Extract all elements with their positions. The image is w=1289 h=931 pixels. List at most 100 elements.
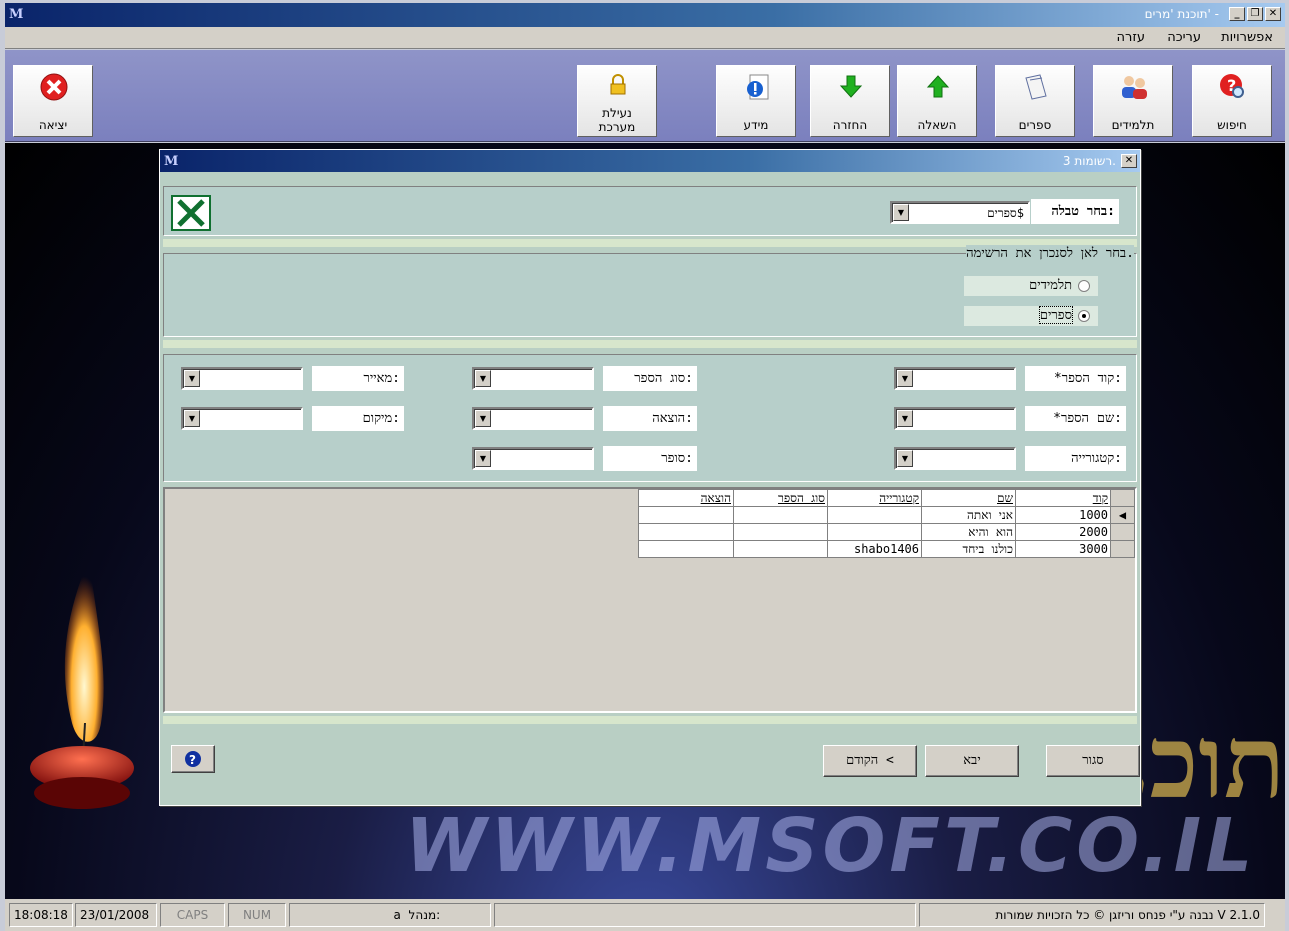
students-icon bbox=[1122, 76, 1147, 99]
arrow-up-icon bbox=[926, 75, 950, 98]
cell-type[interactable] bbox=[733, 540, 828, 558]
cell-category[interactable]: shabo1406 bbox=[827, 540, 922, 558]
cell-publisher[interactable] bbox=[638, 540, 734, 558]
status-date: 23/01/2008 bbox=[75, 903, 157, 927]
status-time: 18:08:18 bbox=[9, 903, 73, 927]
col-category[interactable]: קטגורייה bbox=[827, 489, 922, 507]
return-label: החזרה bbox=[832, 118, 868, 132]
info-label: מידע bbox=[743, 118, 769, 132]
cell-publisher[interactable] bbox=[638, 506, 734, 524]
help-icon: ? bbox=[185, 751, 201, 767]
sync-destination-group: בחר לאן לסנכרן את הרשימה. תלמידים ספרים bbox=[163, 245, 1137, 337]
exit-button[interactable]: יציאה bbox=[13, 65, 93, 137]
row-selector-icon[interactable]: ◀ bbox=[1110, 506, 1135, 524]
excel-icon[interactable] bbox=[171, 195, 211, 231]
select-table-combo[interactable]: ▼ ספרים$ bbox=[890, 201, 1030, 224]
next-button[interactable]: יבא bbox=[925, 745, 1019, 777]
borrow-button[interactable]: השאלה bbox=[897, 65, 977, 137]
radio-students-label: תלמידים bbox=[1029, 278, 1072, 293]
radio-books-indicator[interactable] bbox=[1078, 310, 1090, 322]
category-combo[interactable]: ▼ bbox=[894, 447, 1016, 470]
table-row[interactable]: הוא והיא 2000 bbox=[638, 523, 1135, 541]
arrow-down-icon bbox=[839, 75, 863, 98]
row-selector[interactable] bbox=[1110, 540, 1135, 558]
chevron-down-icon[interactable]: ▼ bbox=[893, 204, 909, 221]
book-code-combo[interactable]: ▼ bbox=[894, 367, 1016, 390]
select-table-label: בחר טבלה: bbox=[1031, 199, 1119, 224]
col-name[interactable]: שם bbox=[921, 489, 1016, 507]
records-table: הוצאה סוג הספר קטגורייה שם קוד אני ואתה … bbox=[638, 489, 1135, 558]
cell-type[interactable] bbox=[733, 523, 828, 541]
radio-students-indicator[interactable] bbox=[1078, 280, 1090, 292]
cell-name[interactable]: כולנו ביחד bbox=[921, 540, 1016, 558]
cell-name[interactable]: אני ואתה bbox=[921, 506, 1016, 524]
lock-label-line2: מערכת bbox=[598, 120, 636, 134]
book-type-label: סוג הספר: bbox=[603, 366, 697, 391]
window-minimize-button[interactable]: _ bbox=[1229, 7, 1245, 21]
cell-code[interactable]: 2000 bbox=[1015, 523, 1111, 541]
author-combo[interactable]: ▼ bbox=[472, 447, 594, 470]
chevron-down-icon[interactable]: ▼ bbox=[897, 370, 913, 387]
publisher-combo[interactable]: ▼ bbox=[472, 407, 594, 430]
chevron-down-icon[interactable]: ▼ bbox=[184, 410, 200, 427]
table-row[interactable]: אני ואתה 1000 ◀ bbox=[638, 506, 1135, 524]
info-button[interactable]: מידע bbox=[716, 65, 796, 137]
book-type-combo[interactable]: ▼ bbox=[472, 367, 594, 390]
cell-category[interactable] bbox=[827, 506, 922, 524]
info-icon bbox=[747, 74, 769, 100]
cell-name[interactable]: הוא והיא bbox=[921, 523, 1016, 541]
book-name-label: *שם הספר: bbox=[1025, 406, 1126, 431]
exit-label: יציאה bbox=[38, 118, 68, 132]
cell-code[interactable]: 1000 bbox=[1015, 506, 1111, 524]
category-label: קטגורייה: bbox=[1025, 446, 1126, 471]
main-toolbar: יציאה נעילת מערכת מידע החזרה השאלה ספרים … bbox=[5, 50, 1285, 142]
students-button[interactable]: תלמידים bbox=[1093, 65, 1173, 137]
chevron-down-icon[interactable]: ▼ bbox=[897, 410, 913, 427]
cell-publisher[interactable] bbox=[638, 523, 734, 541]
location-combo[interactable]: ▼ bbox=[181, 407, 303, 430]
records-grid[interactable]: הוצאה סוג הספר קטגורייה שם קוד אני ואתה … bbox=[163, 487, 1137, 713]
dialog-close-button[interactable]: ✕ bbox=[1121, 154, 1137, 168]
col-book-type[interactable]: סוג הספר bbox=[733, 489, 828, 507]
table-row[interactable]: shabo1406 כולנו ביחד 3000 bbox=[638, 540, 1135, 558]
prev-button[interactable]: הקודם < bbox=[823, 745, 917, 777]
chevron-down-icon[interactable]: ▼ bbox=[475, 450, 491, 467]
cell-type[interactable] bbox=[733, 506, 828, 524]
search-button[interactable]: ? חיפוש bbox=[1192, 65, 1272, 137]
cell-code[interactable]: 3000 bbox=[1015, 540, 1111, 558]
radio-students[interactable]: תלמידים bbox=[964, 276, 1098, 296]
col-code[interactable]: קוד bbox=[1015, 489, 1111, 507]
radio-books[interactable]: ספרים bbox=[964, 306, 1098, 326]
dialog-titlebar: M 3 רשומות. ✕ bbox=[160, 150, 1140, 172]
chevron-down-icon[interactable]: ▼ bbox=[475, 370, 491, 387]
book-name-combo[interactable]: ▼ bbox=[894, 407, 1016, 430]
lock-label-line1: נעילת bbox=[602, 106, 632, 120]
dialog-app-icon: M bbox=[164, 154, 179, 169]
books-button[interactable]: ספרים bbox=[995, 65, 1075, 137]
chevron-down-icon[interactable]: ▼ bbox=[897, 450, 913, 467]
brand-url-text: WWW.MSOFT.CO.IL bbox=[405, 803, 1257, 889]
help-button[interactable]: ? bbox=[171, 745, 215, 773]
return-button[interactable]: החזרה bbox=[810, 65, 890, 137]
books-label: ספרים bbox=[1018, 118, 1052, 132]
lock-system-button[interactable]: נעילת מערכת bbox=[577, 65, 657, 137]
sync-group-label: בחר לאן לסנכרן את הרשימה. bbox=[966, 245, 1134, 261]
status-blank bbox=[494, 903, 916, 927]
window-close-button[interactable]: ✕ bbox=[1265, 7, 1281, 21]
col-publisher[interactable]: הוצאה bbox=[638, 489, 734, 507]
row-selector[interactable] bbox=[1110, 523, 1135, 541]
dialog-title: 3 רשומות. bbox=[1062, 154, 1116, 168]
chevron-down-icon[interactable]: ▼ bbox=[184, 370, 200, 387]
chevron-down-icon[interactable]: ▼ bbox=[475, 410, 491, 427]
exit-icon bbox=[40, 73, 68, 101]
radio-books-label: ספרים bbox=[1038, 306, 1074, 324]
cell-category[interactable] bbox=[827, 523, 922, 541]
close-button[interactable]: סגור bbox=[1046, 745, 1140, 777]
window-restore-button[interactable]: ❐ bbox=[1247, 7, 1263, 21]
menu-options[interactable]: אפשרויות bbox=[1221, 30, 1273, 45]
menu-help[interactable]: עזרה bbox=[1117, 30, 1145, 45]
menu-edit[interactable]: עריכה bbox=[1167, 30, 1201, 45]
illustrator-combo[interactable]: ▼ bbox=[181, 367, 303, 390]
svg-text:?: ? bbox=[189, 753, 196, 767]
author-label: סופר: bbox=[603, 446, 697, 471]
